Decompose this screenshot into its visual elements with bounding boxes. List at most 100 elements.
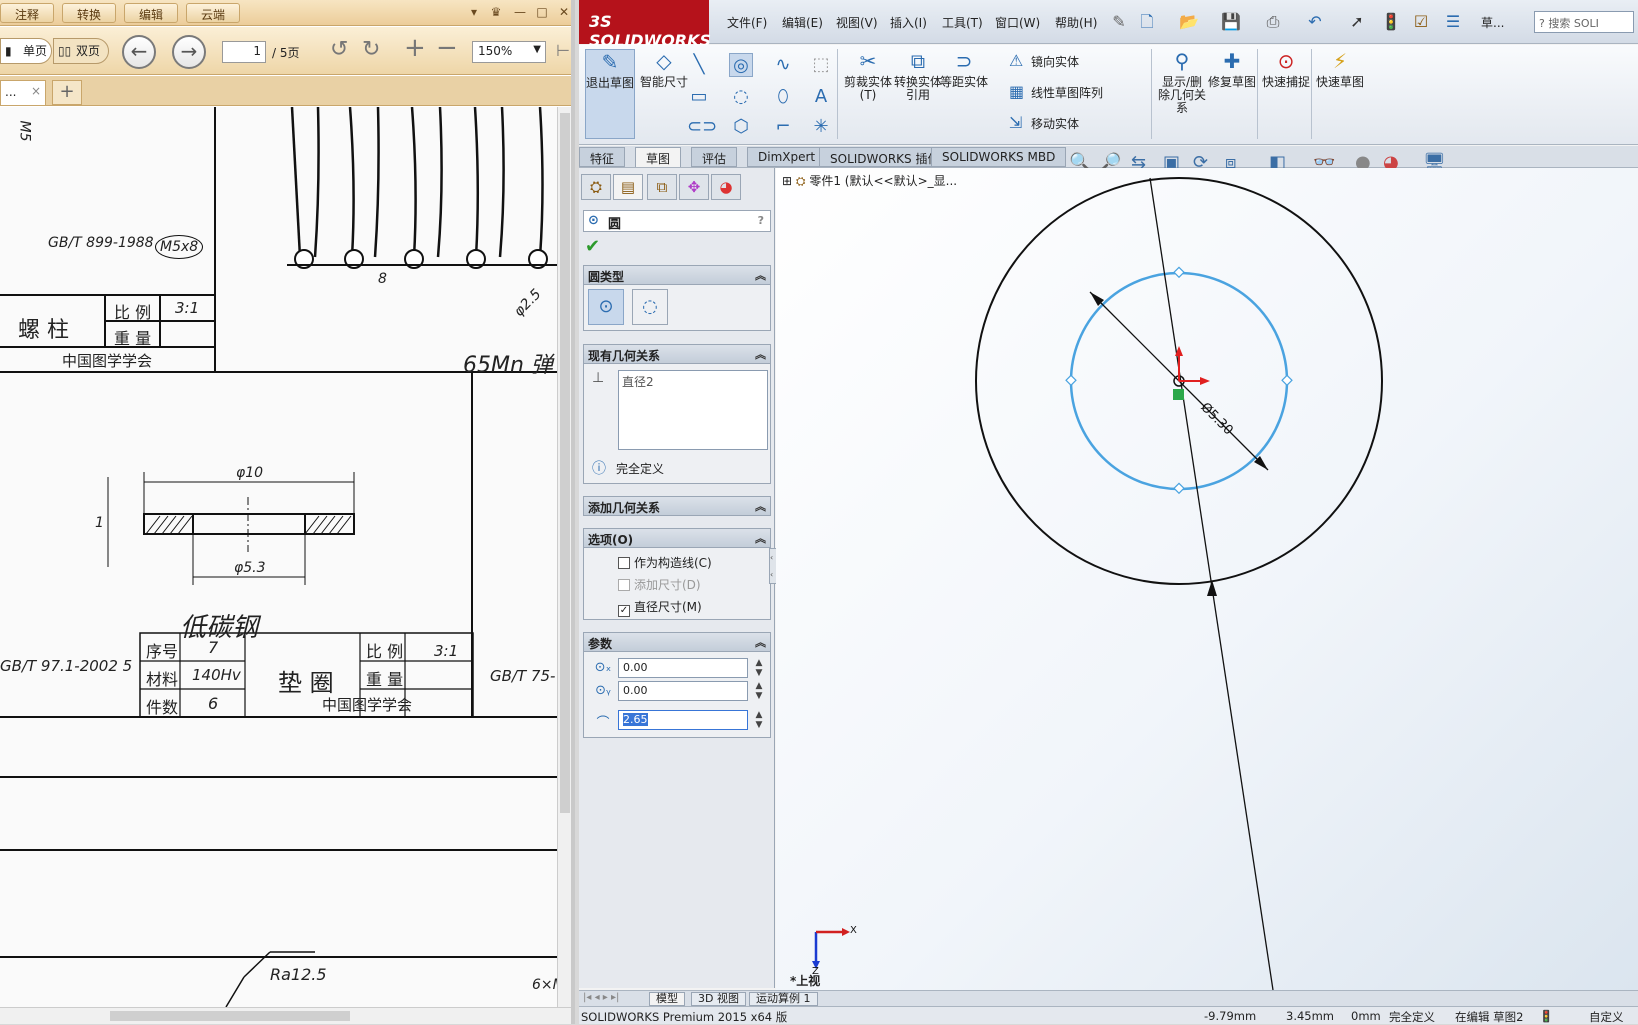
dimxpert-icon[interactable]: ✥: [679, 174, 709, 200]
page-number-input[interactable]: 1: [222, 41, 266, 63]
double-page-button[interactable]: ▯▯ 双页: [53, 38, 109, 64]
show-delete-relations-button[interactable]: ⚲ 显示/删除几何关系: [1157, 49, 1207, 115]
diameter-dimension-checkbox[interactable]: ✓ 直径尺寸(M): [618, 598, 702, 617]
new-tab-button[interactable]: +: [52, 80, 82, 105]
property-manager-icon[interactable]: ▤: [613, 174, 643, 200]
slot-icon[interactable]: ⊂⊃: [687, 115, 717, 139]
relation-glyph[interactable]: [1173, 389, 1184, 400]
quadrant-point[interactable]: [1065, 374, 1077, 387]
fillet-icon[interactable]: ⌐: [771, 115, 795, 139]
search-input[interactable]: ? 搜索 SOLI: [1534, 11, 1634, 33]
help-icon[interactable]: ?: [758, 214, 764, 227]
user-menu[interactable]: 草...: [1481, 14, 1504, 31]
graphics-area[interactable]: ⊞ ⛭ 零件1 (默认<<默认>_显... Ø5.30 X Z *上视: [776, 168, 1638, 990]
rebuild-status-icon[interactable]: 🚦: [1539, 1009, 1553, 1023]
file-properties-icon[interactable]: ☑: [1409, 10, 1433, 34]
rotate-left-icon[interactable]: ↺: [330, 37, 348, 62]
construction-checkbox[interactable]: 作为构造线(C): [618, 554, 712, 571]
repair-sketch-button[interactable]: ✚ 修复草图: [1207, 49, 1257, 89]
menu-view[interactable]: 视图(V): [836, 14, 878, 31]
line-icon[interactable]: ╲: [687, 53, 711, 77]
pdf-hscroll-thumb[interactable]: [110, 1011, 350, 1021]
center-y-input[interactable]: 0.00: [618, 681, 748, 701]
linear-pattern-button[interactable]: ▦ 线性草图阵列: [1009, 82, 1103, 101]
trim-entities-button[interactable]: ✂ 剪裁实体(T): [843, 49, 893, 102]
prev-page-icon[interactable]: ←: [122, 35, 156, 69]
save-icon[interactable]: 💾: [1219, 10, 1243, 34]
undo-icon[interactable]: ↶: [1303, 10, 1327, 34]
group-parameters-header[interactable]: 参数 ︽: [583, 632, 771, 652]
solidworks-logo[interactable]: 3S SOLIDWORKS: [579, 0, 711, 50]
center-x-input[interactable]: 0.00: [618, 658, 748, 678]
menu-help[interactable]: 帮助(H): [1055, 14, 1097, 31]
menu-edit[interactable]: 编辑(E): [782, 14, 823, 31]
minimize-icon[interactable]: —: [512, 4, 528, 20]
tab-motion-study[interactable]: 运动算例 1: [749, 992, 818, 1006]
spline-icon[interactable]: ∿: [771, 53, 795, 77]
tab-mbd[interactable]: SOLIDWORKS MBD: [931, 147, 1067, 167]
relation-item[interactable]: 直径2: [622, 375, 654, 389]
pin-icon[interactable]: ✎: [1107, 10, 1131, 34]
quick-snaps-button[interactable]: ⊙ 快速捕捉: [1261, 49, 1311, 89]
quadrant-point[interactable]: [1281, 374, 1293, 387]
perimeter-circle-icon[interactable]: ◌: [632, 289, 668, 325]
offset-entities-button[interactable]: ⊃ 等距实体: [939, 49, 989, 89]
spinner-icon[interactable]: ▲ ▼: [752, 658, 766, 678]
menu-file[interactable]: 文件(F): [727, 14, 767, 31]
tab-features[interactable]: 特征: [579, 147, 626, 167]
status-units[interactable]: 自定义: [1589, 1009, 1624, 1025]
quadrant-point[interactable]: [1173, 482, 1185, 495]
sketch-canvas[interactable]: [776, 168, 1638, 990]
skin-icon[interactable]: ♛: [488, 4, 504, 20]
menu-tools[interactable]: 工具(T): [942, 14, 983, 31]
menu-convert[interactable]: 转换: [62, 3, 117, 23]
menu-window[interactable]: 窗口(W): [995, 14, 1040, 31]
mirror-entities-button[interactable]: ⚠ 镜向实体: [1009, 51, 1079, 70]
pdf-vertical-scrollbar[interactable]: [557, 107, 571, 1007]
group-options-header[interactable]: 选项(O) ︽: [583, 528, 771, 548]
circle-icon[interactable]: ◎: [729, 53, 753, 77]
next-page-icon[interactable]: →: [172, 35, 206, 69]
tab-evaluate[interactable]: 评估: [691, 147, 738, 167]
spinner-icon[interactable]: ▲ ▼: [752, 710, 766, 730]
ellipse-icon[interactable]: ⬯: [771, 85, 795, 109]
maximize-icon[interactable]: □: [534, 4, 550, 20]
group-circle-type-header[interactable]: 圆类型 ︽: [583, 265, 771, 285]
pdf-vscroll-thumb[interactable]: [560, 113, 570, 813]
feature-tree-icon[interactable]: ⛭: [581, 174, 611, 200]
spinner-icon[interactable]: ▲ ▼: [752, 681, 766, 701]
group-add-relations-header[interactable]: 添加几何关系 ︽: [583, 496, 771, 516]
radius-input[interactable]: 2.65: [618, 710, 748, 730]
fit-page-icon[interactable]: ⊢: [556, 41, 570, 60]
pdf-doc-tab[interactable]: ... ×: [0, 80, 46, 105]
tab-3d-views[interactable]: 3D 视图: [691, 992, 746, 1006]
print-icon[interactable]: ⎙: [1261, 10, 1285, 34]
point-icon[interactable]: ✳: [809, 115, 833, 139]
text-icon[interactable]: A: [809, 85, 833, 109]
menu-cloud[interactable]: 云端: [186, 3, 241, 23]
zoom-in-icon[interactable]: +: [404, 33, 426, 63]
rebuild-icon[interactable]: 🚦: [1379, 10, 1403, 34]
tab-dimxpert[interactable]: DimXpert: [747, 147, 827, 167]
polygon-icon[interactable]: ⬡: [729, 115, 753, 139]
display-manager-icon[interactable]: ◕: [711, 174, 741, 200]
convert-entities-button[interactable]: ⧉ 转换实体引用: [893, 49, 943, 102]
menu-annotate[interactable]: 注释: [0, 3, 55, 23]
tab-model[interactable]: 模型: [649, 992, 685, 1006]
quadrant-point[interactable]: [1173, 266, 1185, 279]
zoom-out-icon[interactable]: −: [436, 33, 458, 63]
center-circle-icon[interactable]: ⊙: [588, 289, 624, 325]
open-folder-icon[interactable]: 📂: [1177, 10, 1201, 34]
options-icon[interactable]: ☰: [1441, 10, 1465, 34]
tab-sketch[interactable]: 草图: [635, 147, 682, 167]
select-arrow-icon[interactable]: ➚: [1345, 10, 1369, 34]
rectangle-icon[interactable]: ▭: [687, 85, 711, 109]
move-entities-button[interactable]: ⇲ 移动实体: [1009, 113, 1079, 132]
single-page-button[interactable]: ▮ 单页: [0, 38, 52, 64]
rotate-right-icon[interactable]: ↻: [362, 37, 380, 62]
relations-list[interactable]: 直径2: [618, 370, 768, 450]
arc-icon[interactable]: ◌: [729, 85, 753, 109]
rapid-sketch-button[interactable]: ⚡ 快速草图: [1315, 49, 1365, 89]
close-icon[interactable]: ✕: [556, 4, 571, 20]
menu-insert[interactable]: 插入(I): [890, 14, 927, 31]
